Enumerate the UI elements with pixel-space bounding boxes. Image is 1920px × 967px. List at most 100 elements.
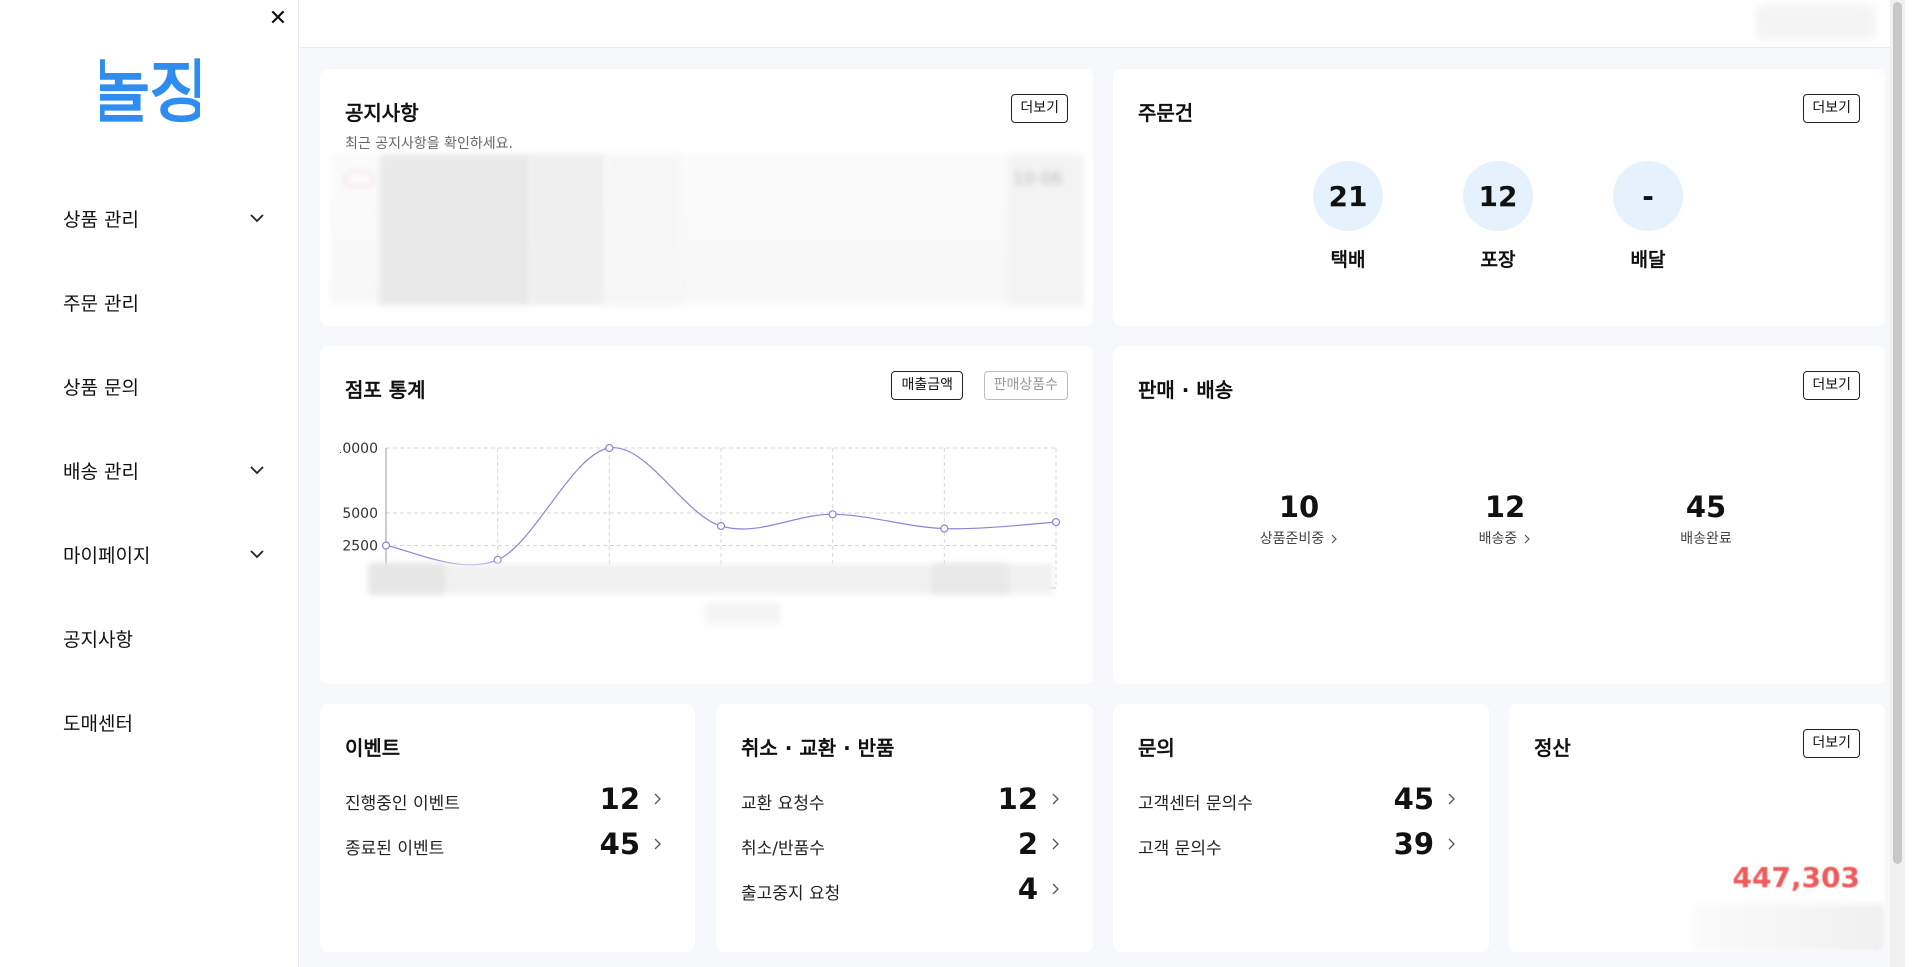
ship-label: 배송중 xyxy=(1478,531,1518,547)
sidebar: ✕ 놀장 상품 관리 주문 관리 상품 문의 배송 관리 마이페이지 공지사항 … xyxy=(0,0,299,967)
chevron-right-icon xyxy=(654,838,661,850)
scrollbar[interactable] xyxy=(1890,0,1905,967)
sidebar-item-label: 주문 관리 xyxy=(63,292,139,315)
row-label: 교환 요청수 xyxy=(741,794,825,814)
chevron-right-icon xyxy=(1331,534,1338,544)
chevron-right-icon xyxy=(654,793,661,805)
chart-point xyxy=(940,524,949,533)
top-bar xyxy=(300,0,1905,48)
sidebar-item-mypage[interactable]: 마이페이지 xyxy=(0,512,299,596)
sidebar-item-label: 도매센터 xyxy=(63,712,133,735)
row-value: 45 xyxy=(599,827,640,861)
order-type-label: 배달 xyxy=(1630,249,1666,271)
settlement-amount: 447,303 xyxy=(1732,861,1860,894)
sidebar-item-wholesale[interactable]: 도매센터 xyxy=(0,680,299,764)
chart-x-axis-blurred xyxy=(932,564,1008,594)
sidebar-item-product-manage[interactable]: 상품 관리 xyxy=(0,176,299,260)
sidebar-item-delivery-manage[interactable]: 배송 관리 xyxy=(0,428,299,512)
notice-more-button[interactable]: 더보기 xyxy=(1011,94,1068,123)
row-label: 진행중인 이벤트 xyxy=(345,794,460,814)
ship-in-transit[interactable]: 12 배송중 xyxy=(1445,490,1565,548)
toggle-sold-count[interactable]: 판매상품수 xyxy=(983,371,1068,400)
row-value: 12 xyxy=(599,782,640,816)
toggle-sales-amount[interactable]: 매출금액 xyxy=(891,371,963,400)
chart-x-axis-blurred xyxy=(369,564,445,594)
order-count: 21 xyxy=(1313,161,1383,231)
inquiry-row-cs[interactable]: 고객센터 문의수 45 xyxy=(1138,782,1464,816)
ship-preparing[interactable]: 10 상품준비중 xyxy=(1239,490,1359,548)
sidebar-item-order-manage[interactable]: 주문 관리 xyxy=(0,260,299,344)
chevron-right-icon xyxy=(1052,793,1059,805)
chart-point xyxy=(828,510,837,519)
order-delivery[interactable]: - 배달 xyxy=(1613,161,1683,272)
inquiry-row-customer[interactable]: 고객 문의수 39 xyxy=(1138,827,1464,861)
chevron-down-icon[interactable] xyxy=(248,545,266,563)
chevron-down-icon[interactable] xyxy=(248,209,266,227)
notice-badge-blurred xyxy=(344,171,374,187)
inquiry-card: 문의 고객센터 문의수 45 고객 문의수 39 xyxy=(1113,704,1489,952)
notice-title: 공지사항 xyxy=(345,101,419,125)
sidebar-menu: 상품 관리 주문 관리 상품 문의 배송 관리 마이페이지 공지사항 도매센터 xyxy=(0,176,299,764)
order-type-label: 포장 xyxy=(1480,249,1516,271)
row-value: 12 xyxy=(997,782,1038,816)
main-area: 공지사항 더보기 최근 공지사항을 확인하세요. 10-06 주문건 더보기 2… xyxy=(300,0,1905,967)
notice-thumb-blurred xyxy=(605,155,680,305)
row-value: 2 xyxy=(1017,827,1038,861)
events-title: 이벤트 xyxy=(345,736,401,760)
chart-y-ticks: 10000 5000 2500 xyxy=(340,441,378,555)
ship-delivered[interactable]: 45 배송완료 xyxy=(1646,490,1766,548)
ship-count: 12 xyxy=(1484,490,1526,524)
chevron-right-icon xyxy=(1448,793,1455,805)
order-packing[interactable]: 12 포장 xyxy=(1463,161,1533,272)
sidebar-item-product-inquiry[interactable]: 상품 문의 xyxy=(0,344,299,428)
inquiry-title: 문의 xyxy=(1138,736,1175,760)
events-row-ongoing[interactable]: 진행중인 이벤트 12 xyxy=(345,782,670,816)
row-value: 39 xyxy=(1393,827,1434,861)
row-label: 고객센터 문의수 xyxy=(1138,794,1253,814)
chart-point xyxy=(381,541,391,550)
shipping-title: 판매 · 배송 xyxy=(1138,378,1234,402)
close-icon[interactable]: ✕ xyxy=(266,6,290,32)
events-card: 이벤트 진행중인 이벤트 12 종료된 이벤트 45 xyxy=(320,704,695,952)
ship-count: 45 xyxy=(1685,490,1727,524)
notice-date: 10-06 xyxy=(1013,169,1063,189)
sidebar-item-label: 공지사항 xyxy=(63,628,133,651)
chevron-right-icon xyxy=(1052,838,1059,850)
row-value: 45 xyxy=(1393,782,1434,816)
order-count: 12 xyxy=(1463,161,1533,231)
top-bar-profile[interactable] xyxy=(1755,4,1875,40)
cancel-card: 취소 · 교환 · 반품 교환 요청수 12 취소/반품수 2 출고중지 요청 … xyxy=(716,704,1093,952)
cancel-row-exchange[interactable]: 교환 요청수 12 xyxy=(741,782,1068,816)
orders-more-button[interactable]: 더보기 xyxy=(1803,94,1860,123)
row-value: 4 xyxy=(1017,872,1038,906)
settlement-more-button[interactable]: 더보기 xyxy=(1803,729,1860,758)
stats-card: 점포 통계 매출금액 판매상품수 10000 5000 2500 xyxy=(320,346,1093,684)
sidebar-item-notice[interactable]: 공지사항 xyxy=(0,596,299,680)
order-parcel[interactable]: 21 택배 xyxy=(1313,161,1383,272)
sidebar-item-label: 마이페이지 xyxy=(63,544,151,567)
chevron-right-icon xyxy=(1448,838,1455,850)
orders-card: 주문건 더보기 21 택배 12 포장 - 배달 xyxy=(1113,69,1885,326)
ship-count: 10 xyxy=(1278,490,1320,524)
settlement-detail-blurred xyxy=(1695,904,1885,952)
notice-subtitle: 최근 공지사항을 확인하세요. xyxy=(345,136,513,152)
notice-thumb-blurred xyxy=(530,155,605,305)
chart-legend-blurred xyxy=(705,602,781,624)
sidebar-item-label: 상품 문의 xyxy=(63,376,139,399)
row-label: 취소/반품수 xyxy=(741,839,825,859)
events-row-ended[interactable]: 종료된 이벤트 45 xyxy=(345,827,670,861)
cancel-row-return[interactable]: 취소/반품수 2 xyxy=(741,827,1068,861)
chart-point xyxy=(605,443,614,453)
cancel-title: 취소 · 교환 · 반품 xyxy=(741,736,895,760)
shipping-more-button[interactable]: 더보기 xyxy=(1803,371,1860,400)
scrollbar-thumb[interactable] xyxy=(1893,2,1902,864)
chart-point xyxy=(716,521,726,531)
row-label: 고객 문의수 xyxy=(1138,839,1222,859)
notice-card: 공지사항 더보기 최근 공지사항을 확인하세요. 10-06 xyxy=(320,69,1093,326)
stats-title: 점포 통계 xyxy=(345,378,426,402)
logo[interactable]: 놀장 xyxy=(100,46,200,141)
row-label: 종료된 이벤트 xyxy=(345,839,445,859)
chevron-down-icon[interactable] xyxy=(248,461,266,479)
sidebar-item-label: 배송 관리 xyxy=(63,460,139,483)
cancel-row-stop-shipment[interactable]: 출고중지 요청 4 xyxy=(741,872,1068,906)
